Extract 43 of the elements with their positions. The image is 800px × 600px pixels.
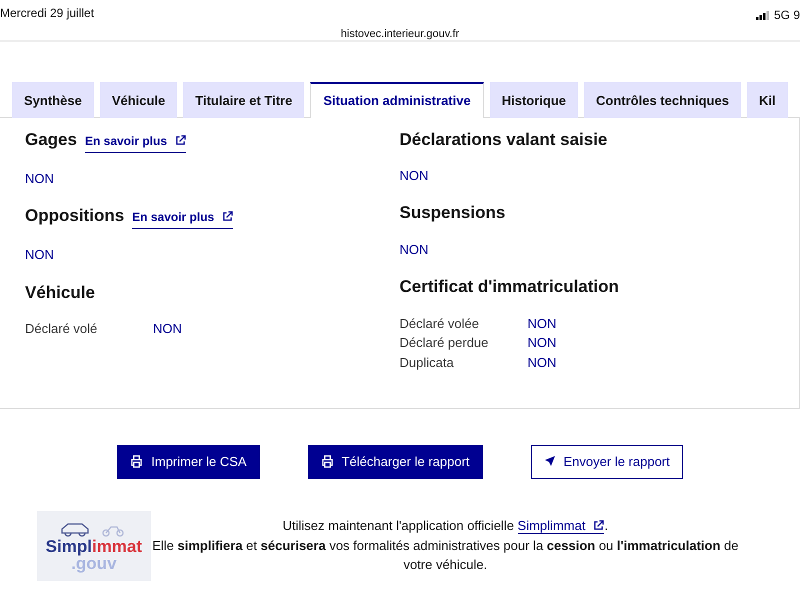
status-value: NON bbox=[400, 166, 430, 185]
section-heading: Suspensions bbox=[400, 203, 506, 224]
external-link-icon bbox=[175, 134, 186, 146]
section-heading: Certificat d'immatriculation bbox=[400, 277, 619, 298]
field-label: Déclaré volé bbox=[25, 320, 98, 338]
status-value: NON bbox=[528, 334, 556, 352]
section-heading: Véhicule bbox=[25, 282, 95, 303]
status-value: NON bbox=[400, 240, 430, 259]
status-value: NON bbox=[25, 246, 55, 264]
tab[interactable]: Véhicule bbox=[100, 82, 178, 118]
tab[interactable]: Situation administrative bbox=[310, 82, 484, 118]
action-button[interactable]: Imprimer le CSA bbox=[117, 445, 260, 479]
send-icon bbox=[544, 455, 556, 468]
action-button[interactable]: Télécharger le rapport bbox=[308, 445, 483, 479]
tab[interactable]: Contrôles techniques bbox=[584, 82, 741, 118]
printer-icon bbox=[320, 455, 334, 468]
learn-more-link[interactable]: En savoir plus bbox=[84, 132, 186, 152]
status-value: NON bbox=[528, 354, 556, 372]
status-date: Mercredi 29 juillet bbox=[0, 5, 94, 22]
url-text: histovec.interieur.gouv.fr bbox=[340, 28, 460, 40]
external-link-icon bbox=[222, 211, 234, 222]
tab[interactable]: Kil bbox=[746, 82, 788, 118]
status-value: NON bbox=[528, 314, 556, 333]
tab[interactable]: Historique bbox=[490, 82, 578, 118]
section-heading: Déclarations valant saisie bbox=[400, 130, 608, 150]
promo-text: Utilisez maintenant l'application officielle Simplimmat . Elle simplifiera et sécurisera vos formalités administratives pour la cession ou l'immatriculation de votre véhicule. bbox=[151, 517, 740, 574]
tab[interactable]: Synthèse bbox=[12, 82, 94, 118]
signal-icon bbox=[756, 10, 770, 20]
learn-more-link[interactable]: En savoir plus bbox=[132, 208, 234, 229]
section-heading: Oppositions bbox=[25, 206, 124, 226]
field-label: Déclaré perdue bbox=[400, 334, 490, 352]
field-label: Déclaré volée bbox=[400, 314, 480, 333]
status-value: NON bbox=[25, 170, 55, 188]
external-link-icon bbox=[593, 520, 604, 532]
status-value: NON bbox=[153, 320, 182, 338]
network-status: 5G 9 bbox=[774, 7, 800, 24]
simplimmat-link[interactable]: Simplimmat bbox=[518, 518, 604, 534]
tab[interactable]: Titulaire et Titre bbox=[183, 82, 304, 118]
printer-icon bbox=[130, 455, 144, 468]
field-label: Duplicata bbox=[400, 354, 455, 372]
logo-text: Simplimmat .gouv bbox=[46, 538, 142, 572]
section-heading: Gages bbox=[25, 130, 77, 150]
action-button[interactable]: Envoyer le rapport bbox=[530, 445, 683, 479]
